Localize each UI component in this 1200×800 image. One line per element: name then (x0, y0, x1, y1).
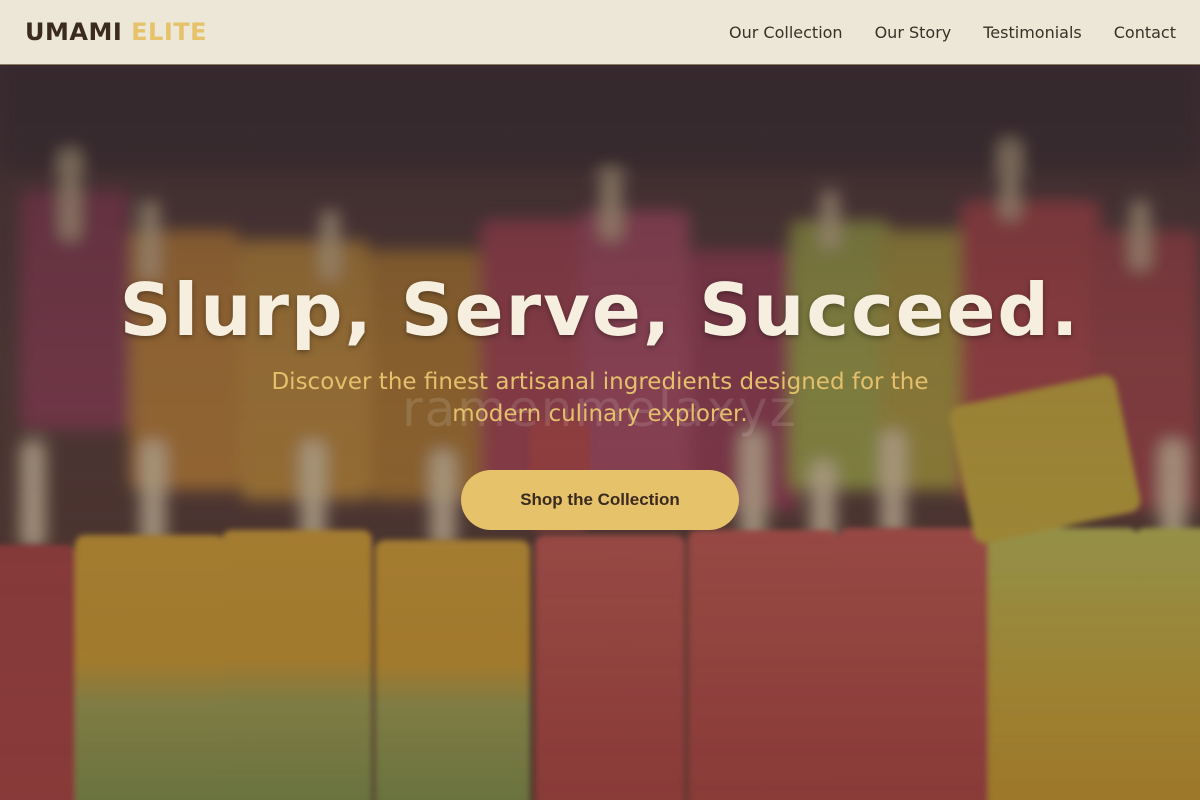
nav-link-our-collection[interactable]: Our Collection (729, 23, 843, 42)
nav-link-our-story[interactable]: Our Story (875, 23, 952, 42)
shop-collection-button[interactable]: Shop the Collection (461, 470, 739, 530)
brand-logo[interactable]: UMAMI ELITE (25, 18, 207, 46)
brand-word-primary: UMAMI (25, 18, 123, 46)
brand-word-accent: ELITE (131, 18, 208, 46)
main-nav: Our Collection Our Story Testimonials Co… (729, 23, 1176, 42)
hero-content: Slurp, Serve, Succeed. Discover the fine… (0, 268, 1200, 530)
site-header: UMAMI ELITE Our Collection Our Story Tes… (0, 0, 1200, 65)
nav-link-testimonials[interactable]: Testimonials (983, 23, 1082, 42)
hero-subtitle: Discover the finest artisanal ingredient… (271, 369, 929, 427)
hero-headline: Slurp, Serve, Succeed. (119, 268, 1081, 352)
nav-link-contact[interactable]: Contact (1114, 23, 1176, 42)
